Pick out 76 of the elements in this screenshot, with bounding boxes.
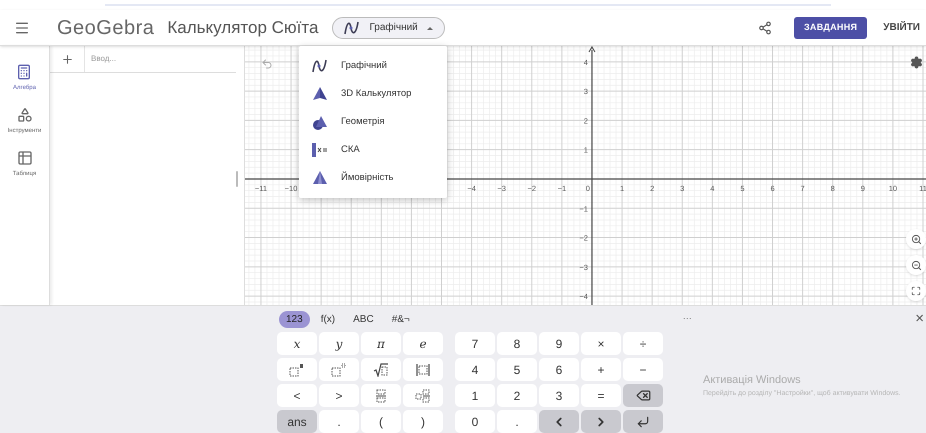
keyboard-key[interactable]: > <box>319 384 359 408</box>
keyboard-key[interactable]: 5 <box>497 358 537 382</box>
share-icon[interactable] <box>758 20 772 35</box>
keyboard-key[interactable]: 2 <box>497 384 537 408</box>
fraction-icon <box>375 388 387 403</box>
keyboard-key[interactable]: . <box>497 410 537 433</box>
keyboard-tab[interactable]: f(x) <box>314 310 342 328</box>
keyboard-key[interactable]: 9 <box>539 332 579 356</box>
menu-item[interactable]: СКА <box>341 143 360 158</box>
keyboard-key[interactable] <box>623 384 663 408</box>
input-field[interactable]: Ввод... <box>85 46 236 72</box>
fullscreen-icon <box>911 286 921 296</box>
menu-icon[interactable] <box>14 20 30 36</box>
table-icon <box>16 150 32 166</box>
add-icon[interactable] <box>60 52 74 66</box>
keyboard-key[interactable]: y <box>319 332 359 356</box>
keyboard-key[interactable]: = <box>581 384 621 408</box>
keyboard-key[interactable]: π <box>361 332 401 356</box>
keyboard-key[interactable]: < <box>277 384 317 408</box>
keyboard-key[interactable]: . <box>319 410 359 433</box>
keyboard-key[interactable]: 8 <box>497 332 537 356</box>
keyboard-key[interactable]: 4 <box>455 358 495 382</box>
mixed-fraction-icon <box>415 388 431 403</box>
keyboard-key[interactable]: + <box>581 358 621 382</box>
keyboard-key[interactable]: − <box>623 358 663 382</box>
menu-item[interactable]: Графічний <box>341 59 387 74</box>
keyboard-key[interactable]: 6 <box>539 358 579 382</box>
keyboard-key[interactable] <box>361 358 401 382</box>
task-button[interactable]: ЗАВДАННЯ <box>794 16 868 39</box>
keyboard-key[interactable]: 3 <box>539 384 579 408</box>
keyboard-key[interactable]: 1 <box>455 384 495 408</box>
enter-icon <box>636 414 650 429</box>
absolute-value-icon <box>415 362 431 377</box>
square-template-icon <box>289 362 305 377</box>
menu-item[interactable]: Ймовірність <box>341 171 394 186</box>
zoom-in-button[interactable] <box>906 229 926 250</box>
keyboard-tab[interactable]: ABC <box>346 310 381 328</box>
app-switcher[interactable]: Графічний <box>332 16 445 39</box>
keyboard-key[interactable]: ( <box>361 410 401 433</box>
keyboard-key[interactable]: x <box>277 332 317 356</box>
zoom-out-icon <box>910 260 922 271</box>
keyboard-key[interactable]: × <box>581 332 621 356</box>
keyboard-key[interactable]: ÷ <box>623 332 663 356</box>
app-logo: GeoGebra <box>57 16 154 41</box>
keyboard-tab[interactable]: #&¬ <box>384 310 417 328</box>
power-template-icon <box>331 362 347 377</box>
menu-item[interactable]: Геометрія <box>341 115 384 130</box>
shapes-icon <box>16 107 32 124</box>
fullscreen-button[interactable] <box>906 281 926 302</box>
app-title: Калькулятор Сюїта <box>167 16 318 39</box>
more-button[interactable]: ··· <box>682 312 692 326</box>
keyboard-key[interactable]: e <box>403 332 443 356</box>
caret-icon <box>426 24 434 31</box>
menu-item[interactable]: 3D Калькулятор <box>341 87 412 102</box>
square-root-icon <box>373 362 389 377</box>
keyboard-key[interactable] <box>277 358 317 382</box>
keyboard-key[interactable] <box>403 384 443 408</box>
settings-icon[interactable] <box>910 56 923 70</box>
activation-title: Активація Windows <box>703 373 802 388</box>
calculator-icon <box>16 64 32 80</box>
keyboard-key[interactable]: ) <box>403 410 443 433</box>
cas-icon <box>311 141 329 160</box>
keyboard-tab[interactable]: 123 <box>279 310 310 328</box>
zoom-out-button[interactable] <box>906 255 926 276</box>
login-button[interactable]: УВІЙТИ <box>883 20 920 36</box>
keyboard-key[interactable] <box>361 384 401 408</box>
keyboard-key[interactable]: 7 <box>455 332 495 356</box>
resize-handle[interactable] <box>236 171 238 188</box>
close-button[interactable]: × <box>915 308 924 330</box>
keyboard-key[interactable]: 0 <box>455 410 495 433</box>
zoom-in-icon <box>910 234 922 245</box>
keyboard-key[interactable] <box>623 410 663 433</box>
keyboard-key[interactable]: ans <box>277 410 317 433</box>
keyboard-key[interactable] <box>403 358 443 382</box>
keyboard-key[interactable] <box>319 358 359 382</box>
backspace-icon <box>636 388 650 404</box>
